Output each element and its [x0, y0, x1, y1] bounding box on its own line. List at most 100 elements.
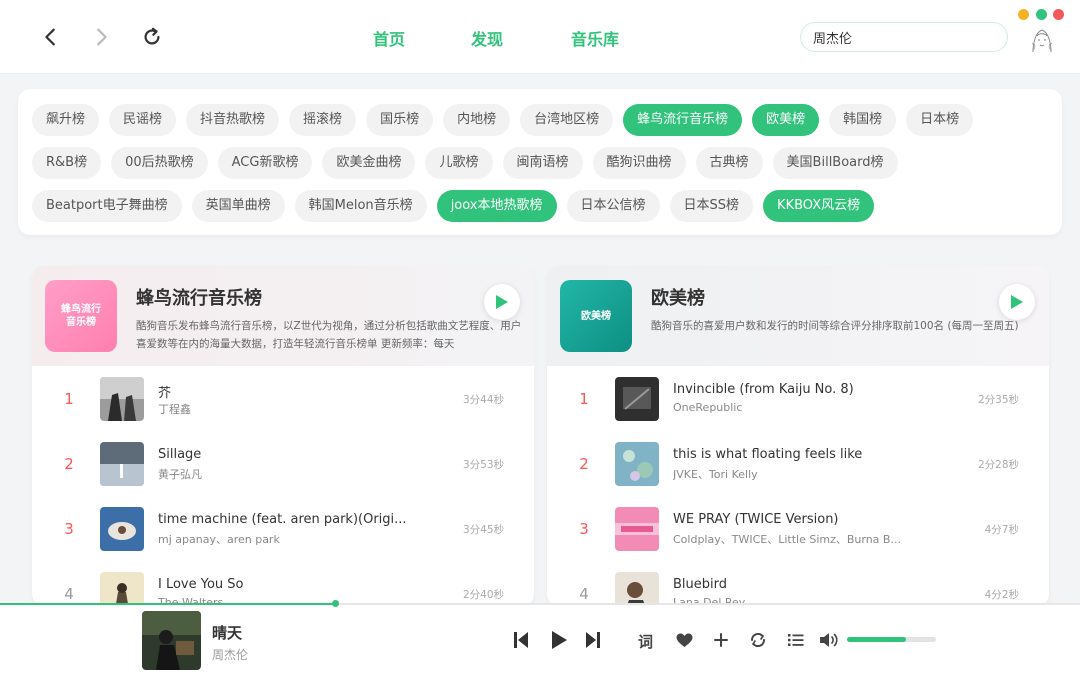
avatar[interactable]	[1024, 22, 1060, 58]
now-playing-cover[interactable]	[142, 611, 201, 670]
song-artist[interactable]: Coldplay、TWICE、Little Simz、Burna B...	[673, 531, 963, 547]
song-title: WE PRAY (TWICE Version)	[673, 512, 839, 527]
play-button[interactable]	[547, 628, 571, 652]
chart-card-header: 欧美榜 欧美榜 酷狗音乐的喜爱用户数和发行的时间等综合评分排序取前100名 (每…	[547, 266, 1049, 366]
song-cover	[615, 377, 659, 421]
chart-tag[interactable]: joox本地热歌榜	[436, 190, 557, 222]
refresh-button[interactable]	[137, 22, 167, 52]
chart-tag[interactable]: 内地榜	[443, 104, 511, 136]
now-playing-artist[interactable]: 周杰伦	[212, 646, 248, 663]
song-cover	[100, 442, 144, 486]
chart-tag[interactable]: 日本公信榜	[566, 190, 660, 222]
chart-tag[interactable]: 国乐榜	[366, 104, 434, 136]
chart-tag[interactable]: 酷狗识曲榜	[592, 147, 686, 179]
chart-tag[interactable]: KKBOX风云榜	[763, 190, 875, 222]
chart-cover-text: 欧美榜	[581, 310, 611, 322]
chart-cover[interactable]: 欧美榜	[560, 280, 632, 352]
song-artist[interactable]: OneRepublic	[673, 401, 963, 414]
chart-tag[interactable]: 飙升榜	[32, 104, 100, 136]
chart-tag[interactable]: R&B榜	[32, 147, 102, 179]
chart-tag[interactable]: 儿歌榜	[425, 147, 493, 179]
song-rank: 1	[64, 390, 74, 408]
song-row[interactable]: 1 芥 丁程鑫 3分44秒	[32, 368, 534, 428]
now-playing-title[interactable]: 晴天	[212, 622, 242, 643]
chart-tag[interactable]: 民谣榜	[109, 104, 177, 136]
repeat-button[interactable]	[748, 630, 768, 650]
chart-tag[interactable]: 美国BillBoard榜	[772, 147, 898, 179]
chart-tag[interactable]: 抖音热歌榜	[186, 104, 280, 136]
add-to-playlist-button[interactable]	[711, 630, 731, 650]
chart-tag[interactable]: 欧美榜	[752, 104, 820, 136]
song-duration: 3分45秒	[462, 524, 504, 536]
maximize-button[interactable]	[1036, 9, 1047, 20]
chart-tag[interactable]: 古典榜	[695, 147, 763, 179]
chart-title[interactable]: 蜂鸟流行音乐榜	[136, 284, 262, 310]
song-duration: 2分35秒	[977, 394, 1019, 406]
song-row[interactable]: 3 time machine (feat. aren park)(Origi..…	[32, 498, 534, 558]
chart-tag[interactable]: 闽南语榜	[502, 147, 583, 179]
lyrics-button[interactable]: 词	[638, 631, 653, 652]
progress-bar[interactable]	[0, 600, 1080, 607]
song-row[interactable]: 4 Bluebird Lana Del Rey 4分2秒	[547, 563, 1049, 606]
song-cover	[615, 572, 659, 606]
minimize-button[interactable]	[1018, 9, 1029, 20]
chart-tag[interactable]: 日本榜	[906, 104, 974, 136]
chart-tag[interactable]: 英国单曲榜	[191, 190, 285, 222]
chart-cover[interactable]: 蜂鸟流行音乐榜	[45, 280, 117, 352]
song-rank: 3	[64, 520, 74, 538]
skip-previous-icon	[514, 632, 528, 648]
song-duration: 2分28秒	[977, 459, 1019, 471]
chart-title[interactable]: 欧美榜	[651, 284, 705, 310]
song-row[interactable]: 3 WE PRAY (TWICE Version) Coldplay、TWICE…	[547, 498, 1049, 558]
playlist-icon	[788, 634, 804, 646]
progress-fill	[0, 603, 335, 605]
like-button[interactable]	[674, 630, 694, 650]
chart-tag[interactable]: 摇滚榜	[289, 104, 357, 136]
queue-button[interactable]	[786, 630, 806, 650]
song-duration: 2分40秒	[462, 589, 504, 601]
song-title: I Love You So	[158, 577, 244, 592]
forward-button[interactable]	[86, 22, 116, 52]
close-button[interactable]	[1053, 9, 1064, 20]
song-duration: 3分53秒	[462, 459, 504, 471]
chart-tag[interactable]: ACG新歌榜	[217, 147, 313, 179]
next-button[interactable]	[582, 629, 604, 651]
song-artist[interactable]: mj apanay、aren park	[158, 531, 448, 547]
chart-tag[interactable]: 00后热歌榜	[111, 147, 208, 179]
chart-tag[interactable]: 日本SS榜	[669, 190, 754, 222]
song-artist[interactable]: 丁程鑫	[158, 401, 448, 417]
previous-button[interactable]	[510, 629, 532, 651]
progress-handle[interactable]	[331, 600, 339, 607]
song-artist[interactable]: JVKE、Tori Kelly	[673, 466, 963, 482]
song-cover	[100, 572, 144, 606]
song-rank: 2	[64, 455, 74, 473]
song-title: Bluebird	[673, 577, 727, 592]
volume-slider[interactable]	[847, 637, 936, 642]
tab-library[interactable]: 音乐库	[571, 26, 619, 50]
song-row[interactable]: 2 Sillage 黄子弘凡 3分53秒	[32, 433, 534, 493]
search-input[interactable]	[800, 22, 1008, 52]
chart-tag[interactable]: 台湾地区榜	[520, 104, 614, 136]
song-title: time machine (feat. aren park)(Origi...	[158, 512, 407, 527]
chevron-left-icon	[45, 28, 55, 46]
song-artist[interactable]: 黄子弘凡	[158, 466, 448, 482]
chart-tag[interactable]: Beatport电子舞曲榜	[32, 190, 182, 222]
back-button[interactable]	[36, 22, 66, 52]
tab-discover[interactable]: 发现	[471, 26, 503, 50]
volume-button[interactable]	[818, 630, 840, 650]
chart-tag[interactable]: 韩国Melon音乐榜	[294, 190, 427, 222]
tab-home[interactable]: 首页	[373, 26, 405, 50]
play-icon	[552, 631, 567, 649]
play-chart-button[interactable]	[484, 284, 520, 320]
play-icon	[1011, 295, 1023, 309]
chart-category-panel: 飙升榜 民谣榜 抖音热歌榜 摇滚榜 国乐榜 内地榜 台湾地区榜 蜂鸟流行音乐榜 欧美榜 韩国榜 日本…	[18, 89, 1062, 235]
chart-tag[interactable]: 韩国榜	[829, 104, 897, 136]
chart-tag[interactable]: 欧美金曲榜	[322, 147, 416, 179]
volume-level	[847, 637, 906, 642]
play-chart-button[interactable]	[999, 284, 1035, 320]
song-row[interactable]: 1 Invincible (from Kaiju No. 8) OneRepub…	[547, 368, 1049, 428]
song-row[interactable]: 4 I Love You So The Walters 2分40秒	[32, 563, 534, 606]
chart-tag[interactable]: 蜂鸟流行音乐榜	[623, 104, 743, 136]
song-rank: 1	[579, 390, 589, 408]
song-row[interactable]: 2 this is what floating feels like JVKE、…	[547, 433, 1049, 493]
